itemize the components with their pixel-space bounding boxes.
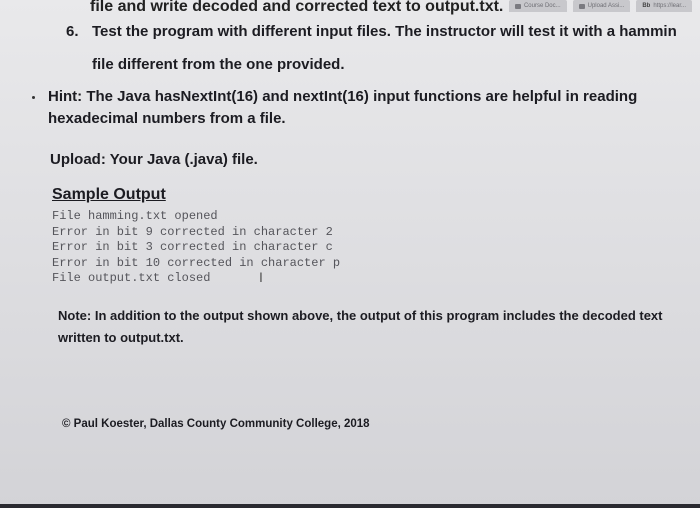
document-icon xyxy=(578,3,585,9)
sample-output-line: File hamming.txt opened xyxy=(52,209,218,223)
bullet-dot xyxy=(32,96,35,99)
sample-output-line: Error in bit 3 corrected in character c xyxy=(52,240,333,254)
blackboard-icon: Bb xyxy=(642,2,651,9)
browser-tab-bar: Course Doc... Upload Assi... Bb https://… xyxy=(482,0,700,12)
step-6-text-continued: file different from the one provided. xyxy=(92,56,345,73)
step-number: 6. xyxy=(66,23,79,40)
sample-output-line: Error in bit 10 corrected in character p xyxy=(52,256,341,270)
sample-output-line: File output.txt closed xyxy=(52,271,211,285)
text-cursor-icon: I xyxy=(259,269,263,285)
document-icon xyxy=(514,3,521,9)
step-6-text: Test the program with different input fi… xyxy=(92,23,677,40)
browser-tab-course-doc[interactable]: Course Doc... xyxy=(508,0,567,12)
hint-text-continued: hexadecimal numbers from a file. xyxy=(48,110,286,127)
tab-label: Course Doc... xyxy=(523,2,561,9)
hint-text: Hint: The Java hasNextInt(16) and nextIn… xyxy=(48,88,638,105)
document-page: Course Doc... Upload Assi... Bb https://… xyxy=(0,0,700,508)
tab-label: Upload Assi... xyxy=(587,2,625,9)
tab-label: https://lear... xyxy=(653,2,686,9)
note-text: Note: In addition to the output shown ab… xyxy=(58,308,663,323)
browser-tab-upload[interactable]: Upload Assi... xyxy=(572,0,631,12)
cut-off-instruction: file and write decoded and corrected tex… xyxy=(90,0,504,15)
note-text-continued: written to output.txt. xyxy=(58,330,184,345)
copyright-notice: © Paul Koester, Dallas County Community … xyxy=(62,418,370,430)
sample-output-line: Error in bit 9 corrected in character 2 xyxy=(52,225,333,239)
browser-tab-blackboard[interactable]: Bb https://lear... xyxy=(636,0,692,12)
upload-instruction: Upload: Your Java (.java) file. xyxy=(50,151,258,168)
screen-bottom-edge xyxy=(0,504,700,508)
sample-output-heading: Sample Output xyxy=(52,186,166,203)
